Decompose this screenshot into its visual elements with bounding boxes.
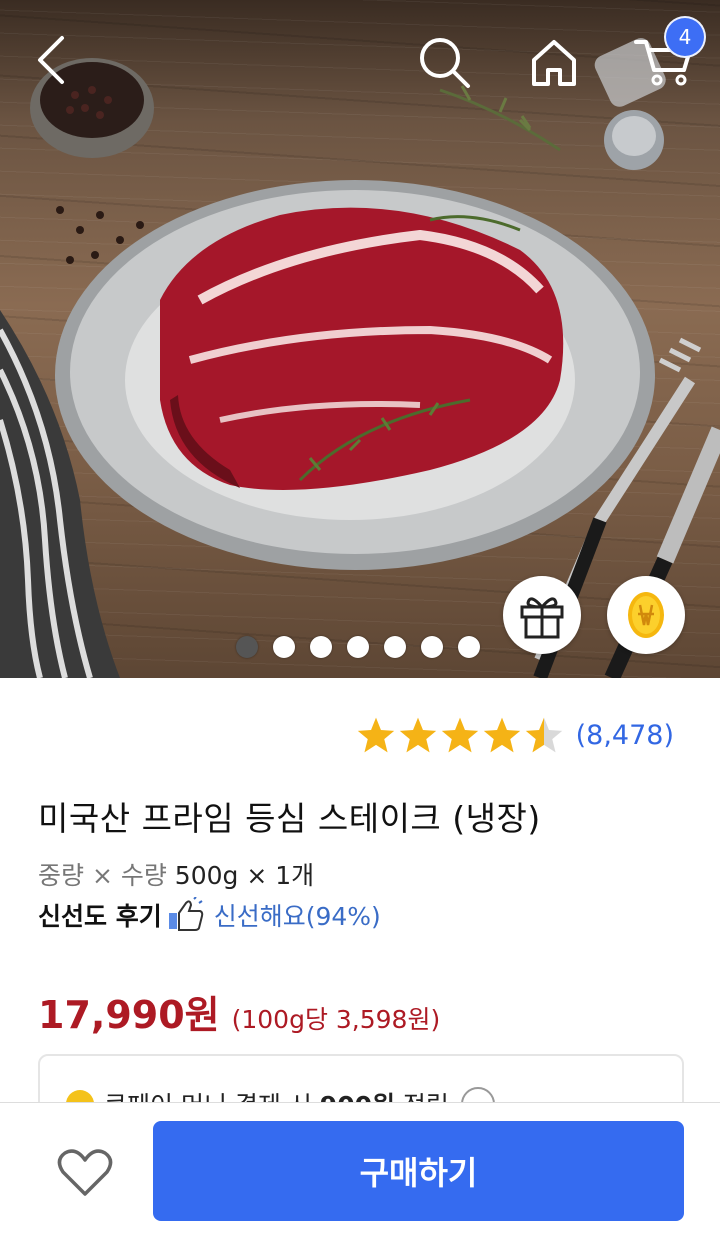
gallery-dot-1[interactable] <box>236 636 258 658</box>
gallery-dot-4[interactable] <box>347 636 369 658</box>
gallery-dot-3[interactable] <box>310 636 332 658</box>
home-button[interactable] <box>522 30 586 94</box>
star-full-icon <box>399 717 436 753</box>
star-full-icon <box>357 717 394 753</box>
home-icon <box>532 40 576 86</box>
unit-price: (100g당 3,598원) <box>231 1005 441 1034</box>
star-half-icon <box>525 717 562 753</box>
search-icon <box>420 38 470 88</box>
back-chevron-icon <box>38 36 64 84</box>
back-button[interactable] <box>22 30 82 90</box>
heart-icon <box>57 1149 113 1196</box>
search-button[interactable] <box>412 30 476 94</box>
bottom-action-bar: 구매하기 <box>0 1102 720 1236</box>
price-line: 17,990원 (100g당 3,598원) <box>38 984 440 1039</box>
buy-button[interactable]: 구매하기 <box>153 1121 684 1221</box>
spec-value: 500g × 1개 <box>174 861 315 890</box>
product-rating[interactable]: (8,478) <box>356 716 674 754</box>
spec-label: 중량 × 수량 <box>38 861 167 890</box>
gallery-pagination <box>236 636 480 658</box>
steak-photo <box>0 38 720 678</box>
cart-count-badge: 4 <box>664 16 706 58</box>
product-title: 미국산 프라임 등심 스테이크 (냉장) <box>38 799 541 838</box>
freshness-label: 신선도 후기 <box>38 902 162 931</box>
rating-stars <box>356 716 564 754</box>
won-coin-icon <box>628 592 664 638</box>
star-full-icon <box>441 717 478 753</box>
product-image-gallery[interactable]: 4 <box>0 0 720 678</box>
spec-line: 중량 × 수량 500g × 1개 <box>38 856 314 892</box>
gallery-dot-2[interactable] <box>273 636 295 658</box>
freshness-review[interactable]: 신선도 후기 신선해요(94%) <box>38 897 381 933</box>
review-count-link[interactable]: (8,478) <box>576 720 674 751</box>
gift-button[interactable] <box>503 576 581 654</box>
wishlist-button[interactable] <box>50 1143 120 1203</box>
product-price: 17,990원 <box>38 993 220 1037</box>
gallery-dot-7[interactable] <box>458 636 480 658</box>
coin-reward-button[interactable] <box>607 576 685 654</box>
gift-icon <box>520 597 564 639</box>
thumbs-up-icon <box>168 897 203 931</box>
star-full-icon <box>483 717 520 753</box>
gallery-dot-5[interactable] <box>384 636 406 658</box>
freshness-value: 신선해요(94%) <box>213 902 381 931</box>
gallery-dot-6[interactable] <box>421 636 443 658</box>
